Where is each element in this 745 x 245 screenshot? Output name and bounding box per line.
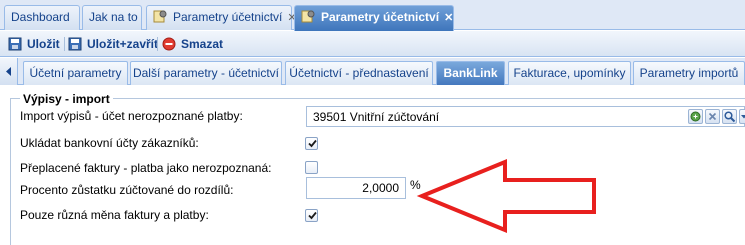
- tab-parametry-importu[interactable]: Parametry importů: [633, 61, 745, 85]
- different-currency-label: Pouze různá měna faktury a platby:: [20, 208, 209, 222]
- checkmark-icon: [308, 211, 317, 220]
- form-panel: Výpisy - import Import výpisů - účet ner…: [0, 86, 745, 245]
- settings-icon: [301, 8, 317, 23]
- chevron-down-icon[interactable]: [739, 109, 745, 124]
- chevron-left-icon: [6, 67, 11, 76]
- add-icon[interactable]: [688, 109, 703, 124]
- import-account-combo[interactable]: 39501 Vnitřní zúčtování: [306, 106, 745, 127]
- save-close-button[interactable]: Uložit+zavřít: [68, 35, 158, 53]
- save-button[interactable]: Uložit: [8, 35, 60, 53]
- toolbar-separator: [64, 37, 65, 51]
- balance-percent-label: Procento zůstatku zúčtované do rozdílů:: [20, 183, 234, 197]
- tab-fakturace-upominky[interactable]: Fakturace, upomínky: [508, 61, 631, 85]
- save-bank-accounts-checkbox[interactable]: [305, 137, 318, 150]
- tab-dalsi-parametry-ucetnictvi[interactable]: Další parametry - účetnictví: [130, 61, 282, 85]
- overpaid-invoices-checkbox[interactable]: [305, 161, 318, 174]
- sub-tab-bar: Účetní parametry Další parametry - účetn…: [0, 58, 745, 85]
- tab-banklink[interactable]: BankLink: [436, 61, 505, 85]
- toolbar-separator: [157, 37, 158, 51]
- delete-icon: [162, 37, 178, 51]
- tab-ucetni-parametry[interactable]: Účetní parametry: [23, 61, 128, 85]
- tab-parametry-ucetnictvi-active[interactable]: Parametry účetnictví ✕: [294, 5, 454, 31]
- overpaid-invoices-label: Přeplacené faktury - platba jako nerozpo…: [20, 161, 272, 175]
- clear-icon[interactable]: [705, 109, 720, 124]
- search-icon[interactable]: [722, 109, 737, 124]
- balance-percent-input[interactable]: 2,0000: [306, 177, 406, 199]
- delete-button[interactable]: Smazat: [162, 35, 223, 53]
- close-icon[interactable]: ✕: [444, 7, 453, 30]
- checkmark-icon: [308, 139, 317, 148]
- tab-dashboard[interactable]: Dashboard: [4, 5, 80, 30]
- floppy-disk-icon: [68, 37, 84, 51]
- fieldset-legend: Výpisy - import: [20, 92, 113, 106]
- tab-jak-na-to[interactable]: Jak na to: [82, 5, 142, 30]
- different-currency-checkbox[interactable]: [305, 209, 318, 222]
- tab-parametry-ucetnictvi-1[interactable]: Parametry účetnictví ✕: [146, 5, 297, 30]
- main-tab-bar: Dashboard Jak na to Parametry účetnictví…: [0, 0, 745, 31]
- import-account-label: Import výpisů - účet nerozpoznané platby…: [20, 109, 243, 123]
- save-bank-accounts-label: Ukládat bankovní účty zákazníků:: [20, 136, 199, 150]
- annotation-arrow-icon: [416, 159, 596, 233]
- toolbar: Uložit Uložit+zavřít Smazat: [0, 31, 745, 57]
- settings-icon: [153, 8, 169, 23]
- tab-ucetnictvi-prednastaveni[interactable]: Účetnictví - přednastavení: [285, 61, 433, 85]
- scroll-left-button[interactable]: [0, 58, 18, 85]
- import-account-value: 39501 Vnitřní zúčtování: [313, 110, 440, 124]
- floppy-disk-icon: [8, 37, 24, 51]
